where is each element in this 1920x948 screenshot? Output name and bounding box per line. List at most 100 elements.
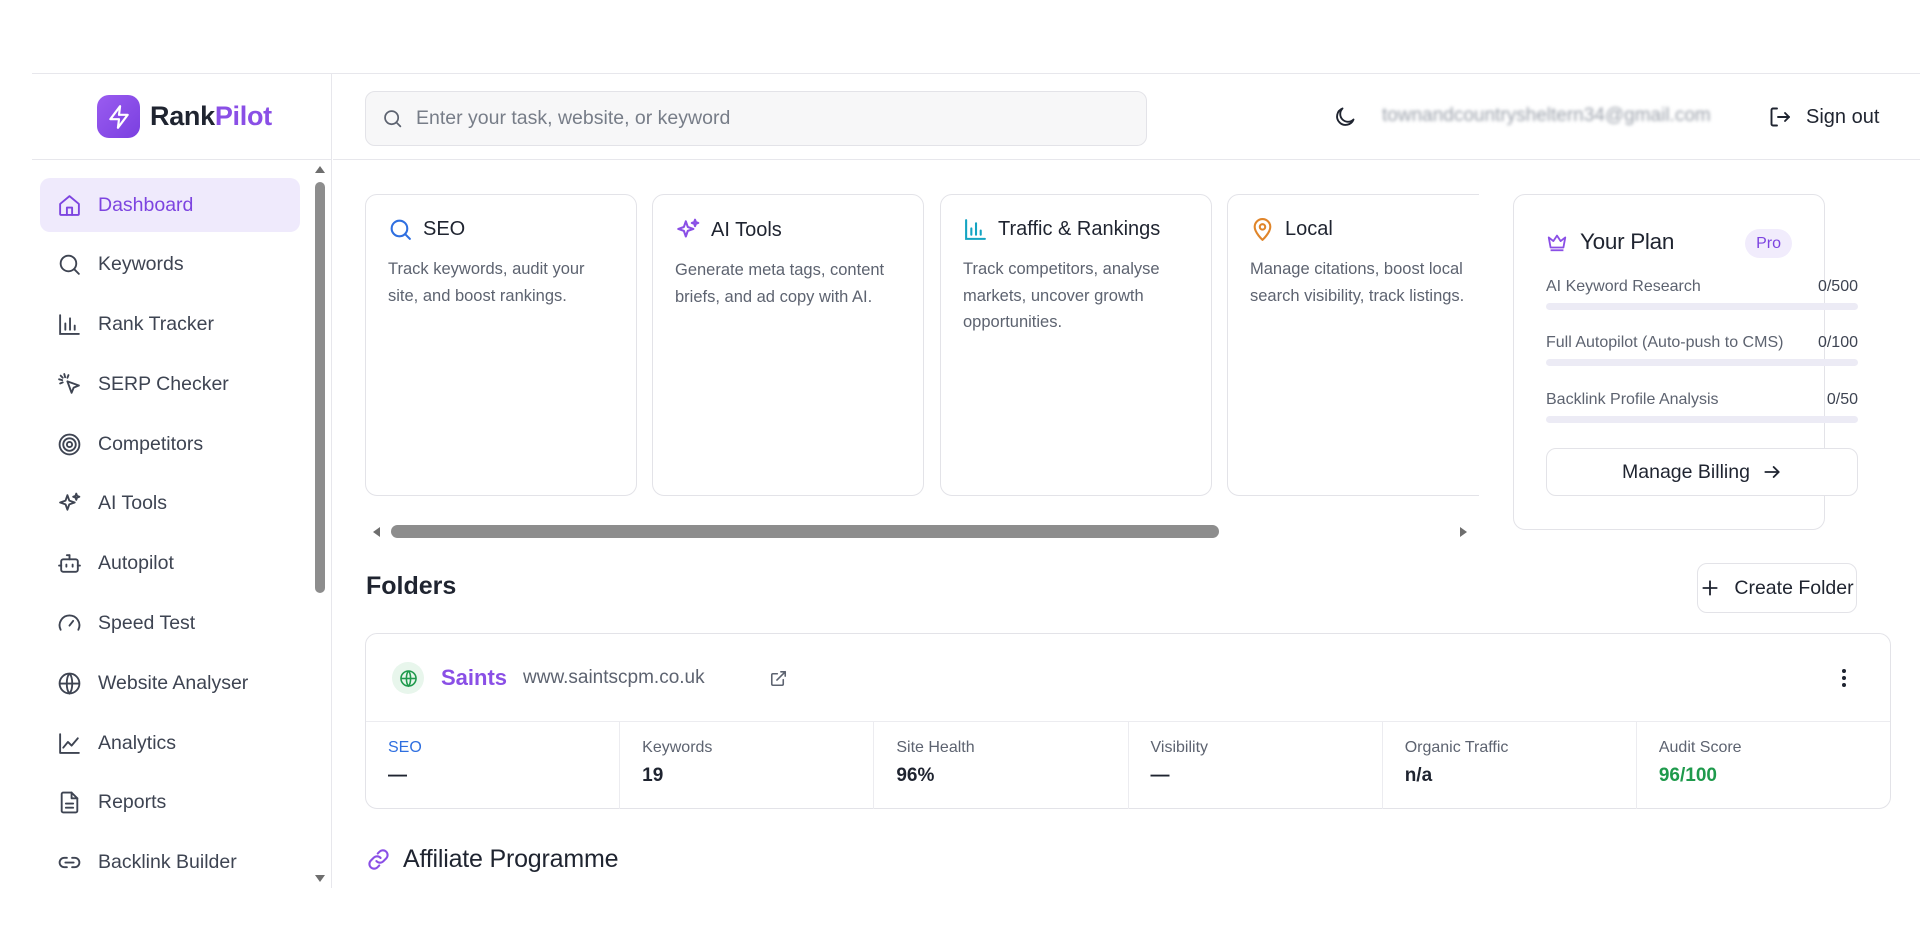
bot-icon	[56, 551, 82, 577]
scroll-down-arrow[interactable]	[315, 875, 325, 882]
brand-name: RankPilot	[150, 101, 272, 132]
sidebar-item-label: Website Analyser	[98, 671, 249, 694]
sign-out-label: Sign out	[1806, 105, 1880, 128]
card-title: SEO	[423, 218, 466, 240]
app-window: RankPilot Dashboard Keywords Rank Tracke…	[32, 73, 1920, 888]
usage-progress-bar	[1546, 359, 1858, 366]
link-icon	[366, 847, 391, 872]
metric-value: —	[1150, 765, 1170, 786]
sidebar-scrollbar[interactable]	[314, 166, 326, 882]
feature-cards-carousel: SEO Track keywords, audit your site, and…	[365, 194, 1479, 566]
sidebar-item-speed-test[interactable]: Speed Test	[40, 597, 300, 651]
cards-horizontal-scrollbar[interactable]	[365, 524, 1479, 540]
usage-value: 0/100	[1817, 334, 1858, 351]
topbar: townandcountrysheltern34@gmail.com Sign …	[333, 74, 1920, 160]
plan-badge: Pro	[1745, 229, 1792, 258]
sidebar-item-backlink-builder[interactable]: Backlink Builder	[40, 836, 300, 888]
metric-organic-traffic: Organic Traffic n/a	[1383, 722, 1637, 809]
folder-header: Saints www.saintscpm.co.uk	[366, 634, 1890, 722]
scroll-right-arrow[interactable]	[1460, 527, 1467, 537]
card-title: AI Tools	[711, 218, 782, 241]
brand-name-part2: Pilot	[214, 101, 272, 131]
bar-chart-icon	[56, 312, 82, 338]
moon-icon[interactable]	[1333, 105, 1359, 131]
globe-icon	[392, 662, 424, 694]
sparkles-icon	[675, 217, 701, 243]
globe-icon	[56, 670, 82, 696]
brand-name-part1: Rank	[150, 101, 215, 131]
usage-backlink-profile: Backlink Profile Analysis 0/50	[1546, 391, 1858, 423]
sidebar-item-autopilot[interactable]: Autopilot	[40, 537, 300, 591]
usage-progress-bar	[1546, 416, 1858, 423]
scroll-left-arrow[interactable]	[373, 527, 380, 537]
metric-site-health: Site Health 96%	[874, 722, 1129, 809]
folder-url[interactable]: www.saintscpm.co.uk	[523, 667, 705, 689]
sidebar-item-competitors[interactable]: Competitors	[40, 417, 300, 471]
metric-label[interactable]: SEO	[388, 739, 597, 757]
usage-value: 0/500	[1817, 278, 1858, 295]
metric-value: —	[388, 765, 407, 786]
brand[interactable]: RankPilot	[32, 74, 332, 160]
metric-seo: SEO —	[366, 722, 621, 809]
card-local[interactable]: Local Manage citations, boost local sear…	[1227, 194, 1479, 496]
bar-chart-icon	[963, 217, 988, 242]
sidebar-scroll-thumb[interactable]	[315, 182, 325, 593]
search-icon	[56, 252, 82, 278]
sidebar-item-website-analyser[interactable]: Website Analyser	[40, 656, 300, 710]
home-icon	[56, 192, 82, 218]
sidebar-item-reports[interactable]: Reports	[40, 776, 300, 830]
plus-icon	[1700, 578, 1720, 598]
metric-label: Keywords	[642, 739, 713, 756]
sidebar-item-label: SERP Checker	[98, 372, 229, 395]
lightning-logo-icon	[97, 95, 140, 138]
more-vertical-icon[interactable]	[1832, 666, 1856, 690]
sidebar-nav: Dashboard Keywords Rank Tracker SERP Che…	[40, 178, 300, 888]
sidebar-item-label: Speed Test	[98, 612, 196, 635]
search-input[interactable]	[416, 107, 1116, 130]
card-ai-tools[interactable]: AI Tools Generate meta tags, content bri…	[652, 194, 924, 496]
sidebar-item-label: Rank Tracker	[98, 313, 214, 336]
usage-progress-bar	[1546, 303, 1858, 310]
plan-title: Your Plan	[1580, 229, 1675, 254]
card-description: Manage citations, boost local search vis…	[1250, 260, 1465, 305]
sidebar-item-serp-checker[interactable]: SERP Checker	[40, 357, 300, 411]
card-seo[interactable]: SEO Track keywords, audit your site, and…	[365, 194, 637, 496]
external-link-icon[interactable]	[769, 669, 788, 688]
usage-label: AI Keyword Research	[1546, 278, 1701, 295]
search-box[interactable]	[365, 91, 1147, 146]
sidebar-item-label: Dashboard	[98, 193, 194, 216]
metric-keywords: Keywords 19	[620, 722, 875, 809]
sidebar-item-analytics[interactable]: Analytics	[40, 716, 300, 770]
folder-metrics: SEO — Keywords 19 Site Health 96% Visibi…	[366, 722, 1890, 809]
plan-panel: Your Plan Pro AI Keyword Research 0/500 F…	[1513, 194, 1858, 530]
target-icon	[56, 431, 82, 457]
search-icon	[382, 108, 403, 129]
metric-audit-score: Audit Score 96/100	[1637, 722, 1890, 809]
card-title: Traffic & Rankings	[998, 218, 1161, 240]
metric-label: Audit Score	[1658, 739, 1742, 756]
sidebar-item-label: Analytics	[98, 731, 177, 754]
sidebar-item-ai-tools[interactable]: AI Tools	[40, 477, 300, 531]
cards-scroll-thumb[interactable]	[391, 525, 1219, 538]
metric-value: 19	[642, 765, 664, 786]
card-description: Track competitors, analyse markets, unco…	[963, 260, 1160, 331]
folder-name[interactable]: Saints	[441, 665, 507, 691]
manage-billing-button[interactable]: Manage Billing	[1546, 448, 1858, 496]
card-traffic-rankings[interactable]: Traffic & Rankings Track competitors, an…	[940, 194, 1212, 496]
metric-value: n/a	[1404, 765, 1433, 786]
scroll-up-arrow[interactable]	[315, 166, 325, 173]
sign-out-button[interactable]: Sign out	[1768, 101, 1879, 133]
sidebar-item-keywords[interactable]: Keywords	[40, 238, 300, 292]
metric-label: Visibility	[1150, 739, 1209, 756]
sidebar-item-label: AI Tools	[98, 492, 168, 515]
sidebar-item-rank-tracker[interactable]: Rank Tracker	[40, 298, 300, 352]
metric-label: Organic Traffic	[1404, 739, 1509, 756]
create-folder-button[interactable]: Create Folder	[1697, 563, 1857, 613]
usage-value: 0/50	[1826, 391, 1858, 408]
sidebar-item-label: Keywords	[98, 253, 184, 276]
sidebar: RankPilot Dashboard Keywords Rank Tracke…	[32, 74, 332, 888]
sidebar-item-label: Autopilot	[98, 552, 174, 575]
sidebar-item-dashboard[interactable]: Dashboard	[40, 178, 300, 232]
usage-label: Backlink Profile Analysis	[1546, 391, 1719, 408]
metric-visibility: Visibility —	[1129, 722, 1383, 809]
